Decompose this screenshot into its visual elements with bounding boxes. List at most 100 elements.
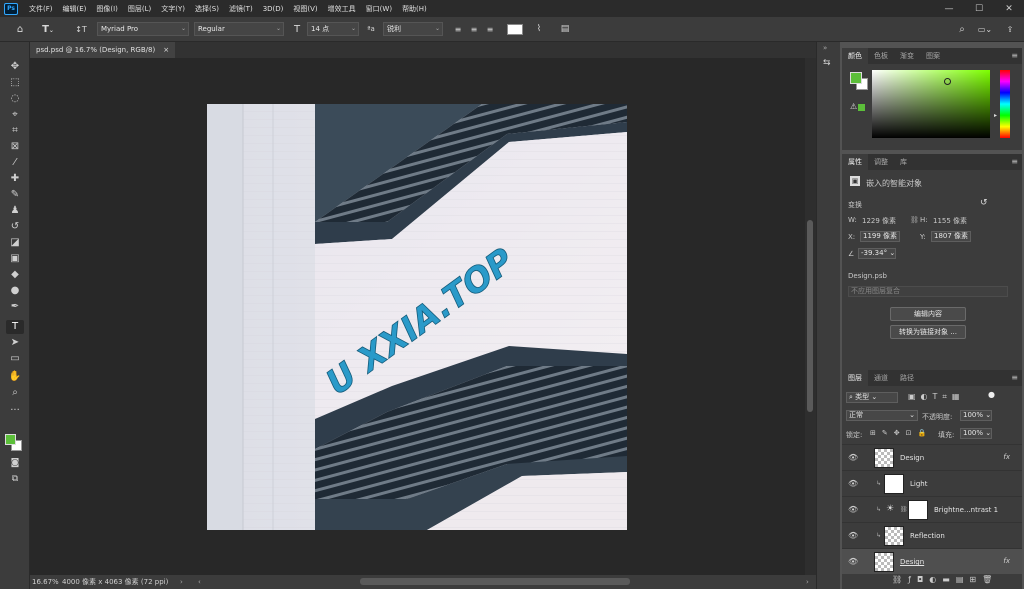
- type-tool-icon[interactable]: T: [6, 320, 24, 334]
- document-info[interactable]: 4000 像素 x 4063 像素 (72 ppi): [62, 575, 168, 589]
- web-safe-color-chip[interactable]: [858, 104, 865, 111]
- home-icon[interactable]: ⌂: [12, 23, 28, 36]
- x-field[interactable]: 1199 像素: [860, 231, 900, 242]
- tab-swatches[interactable]: 色板: [868, 48, 894, 64]
- panel-menu-icon[interactable]: ≡: [1011, 157, 1018, 166]
- convert-to-linked-button[interactable]: 转换为链接对象 ...: [890, 325, 966, 339]
- healing-brush-tool-icon[interactable]: ✚: [6, 172, 24, 186]
- text-orientation-icon[interactable]: ↕T: [74, 23, 88, 36]
- align-center-icon[interactable]: ≡: [468, 23, 480, 36]
- menu-type[interactable]: 文字(Y): [156, 4, 190, 14]
- tab-color[interactable]: 颜色: [842, 48, 868, 64]
- workspace-icon[interactable]: ▭⌄: [976, 23, 994, 36]
- color-picker-cursor[interactable]: [944, 78, 951, 85]
- zoom-level[interactable]: 16.67%: [32, 575, 59, 589]
- link-icon[interactable]: ⛓: [910, 216, 919, 224]
- color-field[interactable]: [872, 70, 990, 138]
- layer-row[interactable]: 👁 ↳ Reflection: [842, 522, 1022, 548]
- visibility-eye-icon[interactable]: 👁: [848, 557, 858, 566]
- status-menu-icon[interactable]: ›: [180, 575, 183, 589]
- maximize-button[interactable]: ☐: [964, 0, 994, 17]
- visibility-eye-icon[interactable]: 👁: [848, 453, 858, 462]
- menu-view[interactable]: 视图(V): [288, 4, 322, 14]
- history-panel-icon[interactable]: ⇆: [823, 58, 831, 68]
- align-right-icon[interactable]: ≡: [484, 23, 496, 36]
- frame-tool-icon[interactable]: ⊠: [6, 140, 24, 154]
- menu-filter[interactable]: 滤镜(T): [224, 4, 258, 14]
- reset-transform-icon[interactable]: ↺: [980, 198, 988, 208]
- type-tool-preset-icon[interactable]: T⌄: [40, 23, 56, 36]
- angle-field[interactable]: -39.34° ⌄: [858, 248, 896, 259]
- layer-name[interactable]: Light: [910, 480, 927, 488]
- antialias-select[interactable]: 锐利 ⌄: [383, 22, 443, 36]
- menu-select[interactable]: 选择(S): [190, 4, 224, 14]
- dodge-tool-icon[interactable]: ●: [6, 284, 24, 298]
- blend-mode-select[interactable]: 正常 ⌄: [846, 410, 918, 421]
- horizontal-scroll-thumb[interactable]: [360, 578, 630, 585]
- marquee-tool-icon[interactable]: ⬚: [6, 76, 24, 90]
- layer-filter-select[interactable]: ⌕ 类型 ⌄: [846, 392, 898, 403]
- search-icon[interactable]: ⌕: [955, 23, 969, 36]
- tab-layers[interactable]: 图层: [842, 370, 868, 386]
- scroll-right-icon[interactable]: ›: [806, 575, 809, 589]
- panel-menu-icon[interactable]: ≡: [1011, 51, 1018, 60]
- tab-libraries[interactable]: 库: [894, 154, 913, 170]
- fg-color-chip[interactable]: [850, 72, 862, 84]
- layer-name[interactable]: Design: [900, 454, 924, 462]
- hand-tool-icon[interactable]: ✋: [6, 370, 24, 384]
- path-selection-tool-icon[interactable]: ➤: [6, 336, 24, 350]
- visibility-eye-icon[interactable]: 👁: [848, 531, 858, 540]
- layer-effects-icon[interactable]: fx: [1003, 453, 1010, 461]
- panel-menu-icon[interactable]: ≡: [1011, 373, 1018, 382]
- close-button[interactable]: ✕: [994, 0, 1024, 17]
- hue-slider-marker-icon[interactable]: ▸: [994, 112, 997, 119]
- tab-channels[interactable]: 通道: [868, 370, 894, 386]
- menu-help[interactable]: 帮助(H): [397, 4, 432, 14]
- quick-mask-icon[interactable]: ◙: [6, 456, 24, 470]
- eraser-tool-icon[interactable]: ◪: [6, 236, 24, 250]
- vertical-scroll-thumb[interactable]: [807, 220, 813, 412]
- menu-layer[interactable]: 图层(L): [123, 4, 156, 14]
- collapse-icon[interactable]: »: [823, 44, 827, 52]
- eyedropper-tool-icon[interactable]: ⁄: [6, 156, 24, 170]
- hue-slider[interactable]: [1000, 70, 1010, 138]
- crop-tool-icon[interactable]: ⌗: [6, 124, 24, 138]
- tab-gradients[interactable]: 渐变: [894, 48, 920, 64]
- share-icon[interactable]: ⇪: [1003, 23, 1017, 36]
- pen-tool-icon[interactable]: ✒: [6, 300, 24, 314]
- layer-row[interactable]: 👁 Design fx: [842, 444, 1022, 470]
- h-value[interactable]: 1155 像素: [933, 216, 967, 226]
- gamut-warning-icon[interactable]: ⚠: [850, 102, 857, 111]
- tab-patterns[interactable]: 图案: [920, 48, 946, 64]
- tab-adjustments[interactable]: 调整: [868, 154, 894, 170]
- fill-field[interactable]: 100% ⌄: [960, 428, 992, 439]
- layer-row-selected[interactable]: 👁 Design fx: [842, 548, 1022, 574]
- zoom-tool-icon[interactable]: ⌕: [6, 386, 24, 400]
- canvas-area[interactable]: U XXIA.TOP: [30, 58, 805, 575]
- layer-name[interactable]: Brightne...ntrast 1: [934, 506, 998, 514]
- menu-image[interactable]: 图像(I): [91, 4, 123, 14]
- screen-mode-icon[interactable]: ⧉: [6, 472, 24, 486]
- layer-name[interactable]: Design: [900, 558, 924, 566]
- align-left-icon[interactable]: ≡: [452, 23, 464, 36]
- edit-contents-button[interactable]: 编辑内容: [890, 307, 966, 321]
- more-tools-icon[interactable]: ···: [6, 404, 24, 418]
- lock-icons[interactable]: ⊞✎✥⊡🔒: [870, 429, 932, 437]
- document-tab[interactable]: psd.psd @ 16.7% (Design, RGB/8) ×: [30, 42, 176, 58]
- layer-name[interactable]: Reflection: [910, 532, 945, 540]
- layer-filter-icons[interactable]: ▣◐T⌗▦: [908, 392, 965, 402]
- history-brush-tool-icon[interactable]: ↺: [6, 220, 24, 234]
- opacity-field[interactable]: 100% ⌄: [960, 410, 992, 421]
- rectangle-tool-icon[interactable]: ▭: [6, 352, 24, 366]
- menu-plugins[interactable]: 增效工具: [323, 4, 361, 14]
- vertical-scrollbar[interactable]: [805, 58, 816, 575]
- menu-file[interactable]: 文件(F): [24, 4, 58, 14]
- w-value[interactable]: 1229 像素: [862, 216, 896, 226]
- lasso-tool-icon[interactable]: ◌: [6, 92, 24, 106]
- brush-tool-icon[interactable]: ✎: [6, 188, 24, 202]
- close-tab-icon[interactable]: ×: [163, 42, 169, 58]
- menu-3d[interactable]: 3D(D): [258, 5, 289, 13]
- filter-toggle-icon[interactable]: ●: [988, 390, 995, 399]
- quick-select-tool-icon[interactable]: ⌖: [6, 108, 24, 122]
- blur-tool-icon[interactable]: ◆: [6, 268, 24, 282]
